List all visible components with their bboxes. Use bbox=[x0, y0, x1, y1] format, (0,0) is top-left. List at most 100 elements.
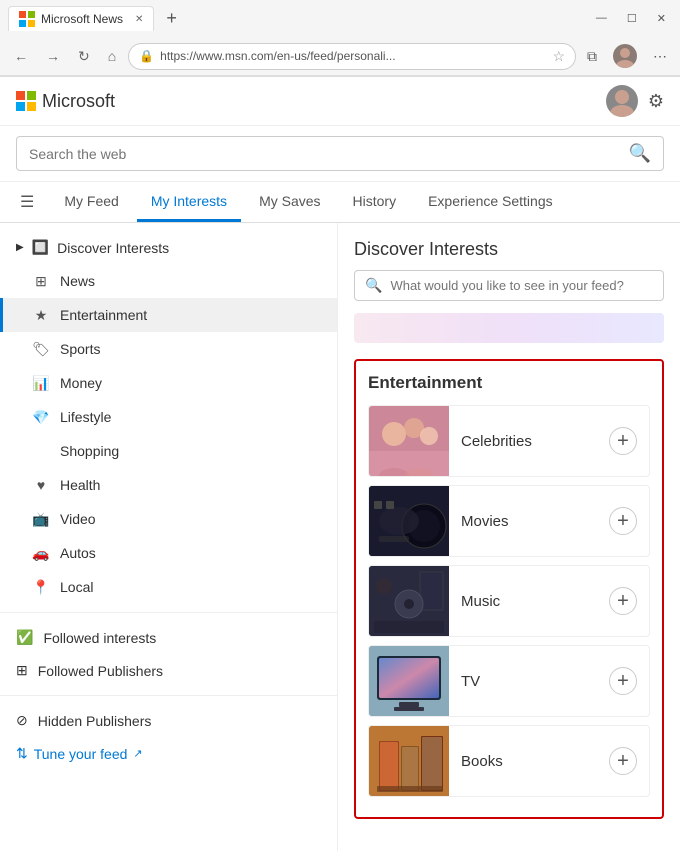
health-icon: ♥ bbox=[32, 476, 50, 494]
followed-publishers-icon: ⊞ bbox=[16, 662, 28, 679]
chevron-right-icon: ▶ bbox=[16, 242, 24, 253]
tv-label: TV bbox=[449, 673, 609, 690]
interest-card-movies: Movies + bbox=[368, 485, 650, 557]
sidebar-sports-label: Sports bbox=[60, 341, 100, 357]
minimize-button[interactable]: — bbox=[590, 10, 613, 27]
discover-preview-gradient bbox=[354, 313, 664, 343]
sidebar-divider bbox=[0, 612, 337, 613]
discover-search-icon: 🔍 bbox=[365, 277, 382, 294]
sidebar-followed-publishers[interactable]: ⊞ Followed Publishers bbox=[0, 654, 337, 687]
ms-header-right: ⚙ bbox=[606, 85, 664, 117]
discover-icon: 🔲 bbox=[32, 239, 49, 256]
sidebar-item-local[interactable]: 📍 Local bbox=[0, 570, 337, 604]
money-icon: 📊 bbox=[32, 374, 50, 392]
sidebar-news-label: News bbox=[60, 273, 95, 289]
tab-my-interests[interactable]: My Interests bbox=[137, 183, 241, 222]
sidebar-divider-2 bbox=[0, 695, 337, 696]
maximize-button[interactable]: ☐ bbox=[621, 10, 643, 27]
entertainment-icon: ★ bbox=[32, 306, 50, 324]
hamburger-icon[interactable]: ☰ bbox=[16, 182, 38, 222]
close-button[interactable]: ✕ bbox=[651, 10, 672, 27]
url-text: https://www.msn.com/en-us/feed/personali… bbox=[160, 49, 546, 63]
movies-add-button[interactable]: + bbox=[609, 507, 637, 535]
sidebar-item-news[interactable]: ⊞ News bbox=[0, 264, 337, 298]
ms-logo: Microsoft bbox=[16, 91, 115, 112]
sidebar-followed-interests[interactable]: ✅ Followed interests bbox=[0, 621, 337, 654]
tab-close-button[interactable]: ✕ bbox=[135, 14, 143, 25]
shopping-icon bbox=[32, 442, 50, 460]
movies-label: Movies bbox=[449, 513, 609, 530]
books-add-button[interactable]: + bbox=[609, 747, 637, 775]
main-layout: ▶ 🔲 Discover Interests ⊞ News ★ Entertai… bbox=[0, 223, 680, 851]
new-tab-button[interactable]: + bbox=[160, 8, 183, 29]
followed-publishers-label: Followed Publishers bbox=[38, 663, 163, 679]
sidebar-item-lifestyle[interactable]: 💎 Lifestyle bbox=[0, 400, 337, 434]
sidebar-item-video[interactable]: 📺 Video bbox=[0, 502, 337, 536]
profile-button[interactable] bbox=[608, 41, 642, 71]
followed-interests-icon: ✅ bbox=[16, 629, 33, 646]
tab-my-feed[interactable]: My Feed bbox=[50, 183, 132, 222]
tune-your-feed-link[interactable]: ⇅ Tune your feed ↗ bbox=[0, 737, 337, 770]
sidebar-discover-header[interactable]: ▶ 🔲 Discover Interests bbox=[0, 231, 337, 264]
star-icon[interactable]: ☆ bbox=[552, 48, 565, 65]
hidden-publishers-label: Hidden Publishers bbox=[38, 713, 152, 729]
sidebar: ▶ 🔲 Discover Interests ⊞ News ★ Entertai… bbox=[0, 223, 338, 851]
sidebar-item-health[interactable]: ♥ Health bbox=[0, 468, 337, 502]
home-button[interactable]: ⌂ bbox=[102, 44, 122, 68]
books-thumbnail bbox=[369, 726, 449, 796]
music-label: Music bbox=[449, 593, 609, 610]
lock-icon: 🔒 bbox=[139, 49, 154, 63]
logo-square-red bbox=[16, 91, 25, 100]
sidebar-item-shopping[interactable]: Shopping bbox=[0, 434, 337, 468]
sidebar-item-autos[interactable]: 🚗 Autos bbox=[0, 536, 337, 570]
window-controls: — ☐ ✕ bbox=[590, 10, 672, 27]
autos-icon: 🚗 bbox=[32, 544, 50, 562]
more-button[interactable]: ⋯ bbox=[648, 45, 672, 68]
page-content: Microsoft ⚙ 🔍 ☰ My Feed My Interests My … bbox=[0, 77, 680, 851]
user-avatar[interactable] bbox=[606, 85, 638, 117]
tv-thumbnail bbox=[369, 646, 449, 716]
tab-favicon bbox=[19, 11, 35, 27]
celebrities-add-button[interactable]: + bbox=[609, 427, 637, 455]
back-button[interactable]: ← bbox=[8, 44, 34, 68]
address-bar[interactable]: 🔒 https://www.msn.com/en-us/feed/persona… bbox=[128, 43, 576, 70]
discover-search-input[interactable] bbox=[390, 278, 653, 293]
sidebar-item-sports[interactable]: 🏷 Sports bbox=[0, 332, 337, 366]
celebrities-thumbnail bbox=[369, 406, 449, 476]
right-content: Discover Interests 🔍 Entertainment bbox=[338, 223, 680, 851]
sidebar-hidden-publishers[interactable]: ⊘ Hidden Publishers bbox=[0, 704, 337, 737]
tab-my-saves[interactable]: My Saves bbox=[245, 183, 334, 222]
browser-tab[interactable]: Microsoft News ✕ bbox=[8, 6, 154, 31]
music-add-button[interactable]: + bbox=[609, 587, 637, 615]
local-icon: 📍 bbox=[32, 578, 50, 596]
search-icon[interactable]: 🔍 bbox=[629, 143, 651, 164]
sidebar-discover-label: Discover Interests bbox=[57, 240, 169, 256]
forward-button[interactable]: → bbox=[40, 44, 66, 68]
interest-card-books: Books + bbox=[368, 725, 650, 797]
sidebar-item-money[interactable]: 📊 Money bbox=[0, 366, 337, 400]
discover-search[interactable]: 🔍 bbox=[354, 270, 664, 301]
external-link-icon: ↗ bbox=[133, 747, 142, 760]
refresh-button[interactable]: ↻ bbox=[72, 44, 96, 69]
interest-card-celebrities: Celebrities + bbox=[368, 405, 650, 477]
settings-icon[interactable]: ⚙ bbox=[648, 91, 664, 112]
search-input[interactable] bbox=[29, 146, 621, 162]
collections-button[interactable]: ⧉ bbox=[582, 45, 602, 68]
section-title: Entertainment bbox=[368, 373, 650, 393]
ms-header: Microsoft ⚙ bbox=[0, 77, 680, 126]
sidebar-item-entertainment[interactable]: ★ Entertainment bbox=[0, 298, 337, 332]
tab-history[interactable]: History bbox=[339, 183, 411, 222]
tune-label: Tune your feed bbox=[34, 746, 128, 762]
search-input-wrap[interactable]: 🔍 bbox=[16, 136, 664, 171]
sidebar-local-label: Local bbox=[60, 579, 93, 595]
books-label: Books bbox=[449, 753, 609, 770]
tab-experience-settings[interactable]: Experience Settings bbox=[414, 183, 567, 222]
nav-tabs: ☰ My Feed My Interests My Saves History … bbox=[0, 182, 680, 223]
movies-thumbnail bbox=[369, 486, 449, 556]
logo-square-blue bbox=[16, 102, 25, 111]
sidebar-entertainment-label: Entertainment bbox=[60, 307, 147, 323]
interest-card-tv: TV + bbox=[368, 645, 650, 717]
nav-bar: ← → ↻ ⌂ 🔒 https://www.msn.com/en-us/feed… bbox=[0, 37, 680, 76]
discover-section: Discover Interests 🔍 bbox=[354, 239, 664, 343]
tv-add-button[interactable]: + bbox=[609, 667, 637, 695]
